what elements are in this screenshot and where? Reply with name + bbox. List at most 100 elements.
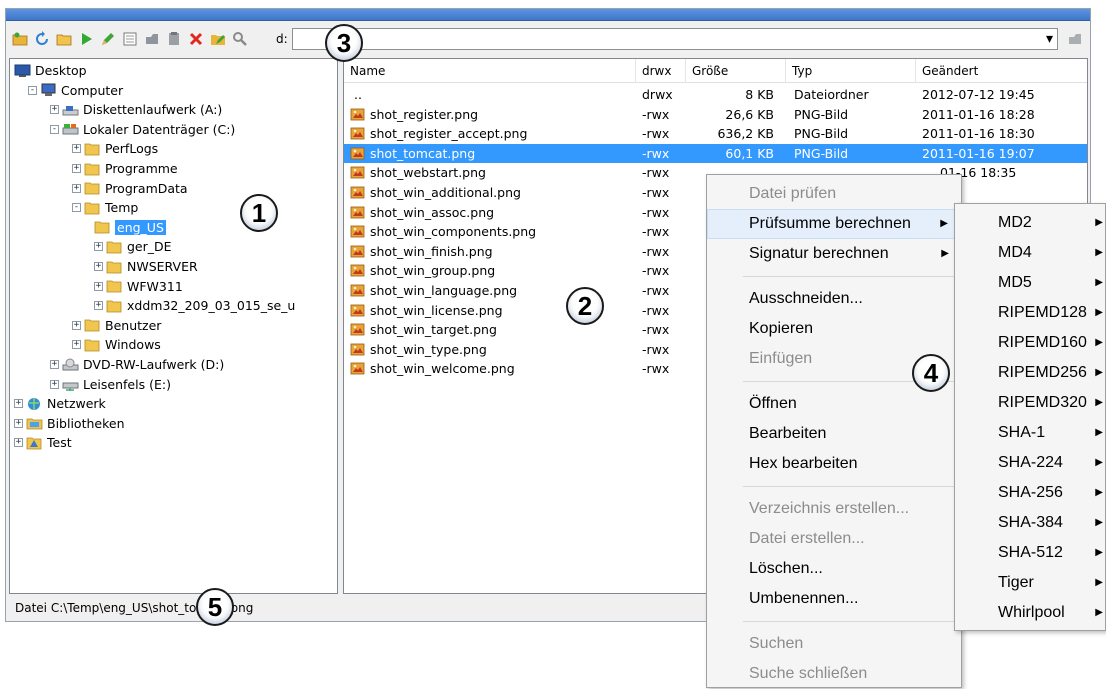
callout-5: 5 bbox=[196, 588, 234, 626]
checksum-algorithm-item[interactable]: SHA-256 ▶ bbox=[955, 478, 1105, 508]
tree-node-label: Desktop bbox=[35, 63, 87, 78]
context-menu-item[interactable]: Ausschneiden... bbox=[707, 284, 961, 314]
file-permissions: -rwx bbox=[642, 361, 670, 377]
column-header-modified[interactable]: Geändert bbox=[916, 59, 1087, 83]
checksum-algorithm-item[interactable]: RIPEMD128 ▶ bbox=[955, 298, 1105, 328]
tree-node[interactable]: - Computer bbox=[28, 81, 123, 100]
column-header-size[interactable]: Größe bbox=[686, 59, 786, 83]
tree-node[interactable]: + Diskettenlaufwerk (A:) bbox=[50, 100, 222, 119]
context-menu-item[interactable]: Signatur berechnen ▶ bbox=[707, 239, 961, 269]
tree-node[interactable]: + Programme bbox=[72, 159, 178, 178]
expand-toggle-icon[interactable]: + bbox=[94, 301, 103, 311]
tree-node[interactable]: + xddm32_209_03_015_se_u bbox=[94, 296, 295, 315]
column-header-permissions[interactable]: drwx bbox=[636, 59, 686, 83]
table-row[interactable]: shot_register_accept.png -rwx 636,2 KB PNG-… bbox=[344, 124, 1087, 143]
copy-icon[interactable] bbox=[142, 28, 162, 50]
rename-icon[interactable] bbox=[208, 28, 228, 50]
tree-node[interactable]: + PerfLogs bbox=[72, 139, 158, 158]
expand-toggle-icon[interactable]: + bbox=[50, 379, 59, 389]
tree-node[interactable]: + Windows bbox=[72, 335, 161, 354]
network-drive-icon bbox=[62, 377, 79, 392]
checksum-algorithm-item[interactable]: MD5 ▶ bbox=[955, 268, 1105, 298]
checksum-algorithm-item[interactable]: RIPEMD256 ▶ bbox=[955, 358, 1105, 388]
file-name: shot_win_license.png bbox=[370, 302, 503, 318]
checksum-algorithm-item[interactable]: SHA-1 ▶ bbox=[955, 418, 1105, 448]
table-row[interactable]: shot_tomcat.png -rwx 60,1 KB PNG-Bild 2011-0… bbox=[344, 143, 1087, 163]
context-menu-item[interactable]: Öffnen bbox=[707, 389, 961, 419]
new-folder-icon[interactable] bbox=[54, 28, 74, 50]
expand-toggle-icon[interactable]: + bbox=[14, 418, 23, 428]
context-menu-item[interactable]: Prüfsumme berechnen ▶ bbox=[707, 209, 961, 239]
paste-icon[interactable] bbox=[164, 28, 184, 50]
table-row[interactable]: .. drwx 8 KB Dateiordner 2012-07-12 19:45 bbox=[344, 85, 1087, 104]
collapse-toggle-icon[interactable]: - bbox=[72, 203, 81, 213]
expand-toggle-icon[interactable]: + bbox=[94, 262, 103, 271]
context-menu-item[interactable]: Umbenennen... bbox=[707, 584, 961, 614]
collapse-toggle-icon[interactable]: - bbox=[28, 85, 37, 95]
column-header-type[interactable]: Typ bbox=[786, 59, 916, 83]
menu-item-label: SHA-512 bbox=[998, 544, 1063, 561]
context-menu-item[interactable]: Hex bearbeiten bbox=[707, 449, 961, 479]
checksum-algorithm-item[interactable]: SHA-384 ▶ bbox=[955, 508, 1105, 538]
path-input[interactable]: ▾ bbox=[291, 28, 1058, 50]
expand-toggle-icon[interactable]: + bbox=[94, 281, 103, 291]
expand-toggle-icon[interactable]: + bbox=[72, 144, 81, 154]
expand-toggle-icon[interactable]: + bbox=[14, 438, 23, 448]
tree-node[interactable]: + Benutzer bbox=[72, 316, 161, 335]
expand-toggle-icon[interactable]: + bbox=[50, 105, 59, 115]
tree-node[interactable]: Desktop bbox=[14, 61, 87, 80]
open-folder-icon[interactable] bbox=[10, 28, 30, 50]
menu-item-label: RIPEMD256 bbox=[998, 364, 1087, 381]
file-permissions: -rwx bbox=[642, 145, 670, 161]
tree-node[interactable]: + Test bbox=[14, 433, 72, 452]
tree-node[interactable]: + ger_DE bbox=[94, 237, 172, 256]
tree-node[interactable]: + DVD-RW-Laufwerk (D:) bbox=[50, 355, 224, 374]
tree-node[interactable]: + NWSERVER bbox=[94, 257, 198, 276]
png-file-icon bbox=[350, 108, 365, 120]
checksum-algorithm-item[interactable]: SHA-224 ▶ bbox=[955, 448, 1105, 478]
checksum-algorithm-item[interactable]: RIPEMD160 ▶ bbox=[955, 328, 1105, 358]
search-icon[interactable] bbox=[230, 28, 250, 50]
tree-node[interactable]: + Bibliotheken bbox=[14, 414, 125, 433]
refresh-icon[interactable] bbox=[32, 28, 52, 50]
context-menu-item[interactable]: Bearbeiten bbox=[707, 419, 961, 449]
expand-toggle-icon[interactable]: + bbox=[72, 320, 81, 330]
expand-toggle-icon[interactable]: + bbox=[14, 399, 23, 409]
file-name-cell: shot_win_finish.png bbox=[350, 242, 493, 261]
chevron-down-icon[interactable]: ▾ bbox=[1046, 31, 1053, 47]
checksum-algorithm-item[interactable]: MD4 ▶ bbox=[955, 238, 1105, 268]
folder-tree[interactable]: Desktop - Computer + Diskettenlaufwerk (A:) -… bbox=[9, 58, 338, 594]
column-header-name[interactable]: Name bbox=[344, 59, 636, 83]
edit-pencil-icon[interactable] bbox=[98, 28, 118, 50]
collapse-toggle-icon[interactable]: - bbox=[50, 124, 59, 134]
expand-toggle-icon[interactable]: + bbox=[50, 360, 59, 369]
checksum-algorithm-item[interactable]: Whirlpool ▶ bbox=[955, 598, 1105, 628]
submenu-arrow-icon: ▶ bbox=[1095, 397, 1103, 408]
expand-toggle-icon[interactable]: + bbox=[94, 242, 103, 252]
expand-toggle-icon[interactable]: + bbox=[72, 183, 81, 193]
table-row[interactable]: shot_register.png -rwx 26,6 KB PNG-Bild 2011… bbox=[344, 105, 1087, 124]
test-folder-icon bbox=[26, 435, 43, 450]
checksum-algorithm-item[interactable]: SHA-512 ▶ bbox=[955, 538, 1105, 568]
expand-toggle-icon[interactable]: + bbox=[72, 164, 81, 173]
checksum-algorithm-item[interactable]: Tiger ▶ bbox=[955, 568, 1105, 598]
tree-node[interactable]: + WFW311 bbox=[94, 277, 183, 296]
tree-node[interactable]: + Leisenfels (E:) bbox=[50, 375, 171, 394]
go-button[interactable] bbox=[1064, 28, 1086, 50]
context-menu-item[interactable]: Kopieren bbox=[707, 314, 961, 344]
checksum-algorithm-item[interactable]: RIPEMD320 ▶ bbox=[955, 388, 1105, 418]
menu-item-label: Umbenennen... bbox=[749, 590, 859, 607]
title-bar[interactable] bbox=[6, 9, 1090, 21]
tree-node[interactable]: eng_US bbox=[94, 218, 166, 237]
tree-node[interactable]: - Temp bbox=[72, 198, 138, 217]
context-menu-item[interactable]: Löschen... bbox=[707, 554, 961, 584]
play-icon[interactable] bbox=[76, 28, 96, 50]
checksum-algorithm-item[interactable]: MD2 ▶ bbox=[955, 208, 1105, 238]
tree-node[interactable]: + Netzwerk bbox=[14, 394, 106, 413]
delete-icon[interactable] bbox=[186, 28, 206, 50]
callout-1: 1 bbox=[240, 194, 278, 232]
tree-node[interactable]: - Lokaler Datenträger (C:) bbox=[50, 120, 235, 139]
tree-node[interactable]: + ProgramData bbox=[72, 179, 188, 198]
expand-toggle-icon[interactable]: + bbox=[72, 340, 81, 350]
hex-icon[interactable] bbox=[120, 28, 140, 50]
